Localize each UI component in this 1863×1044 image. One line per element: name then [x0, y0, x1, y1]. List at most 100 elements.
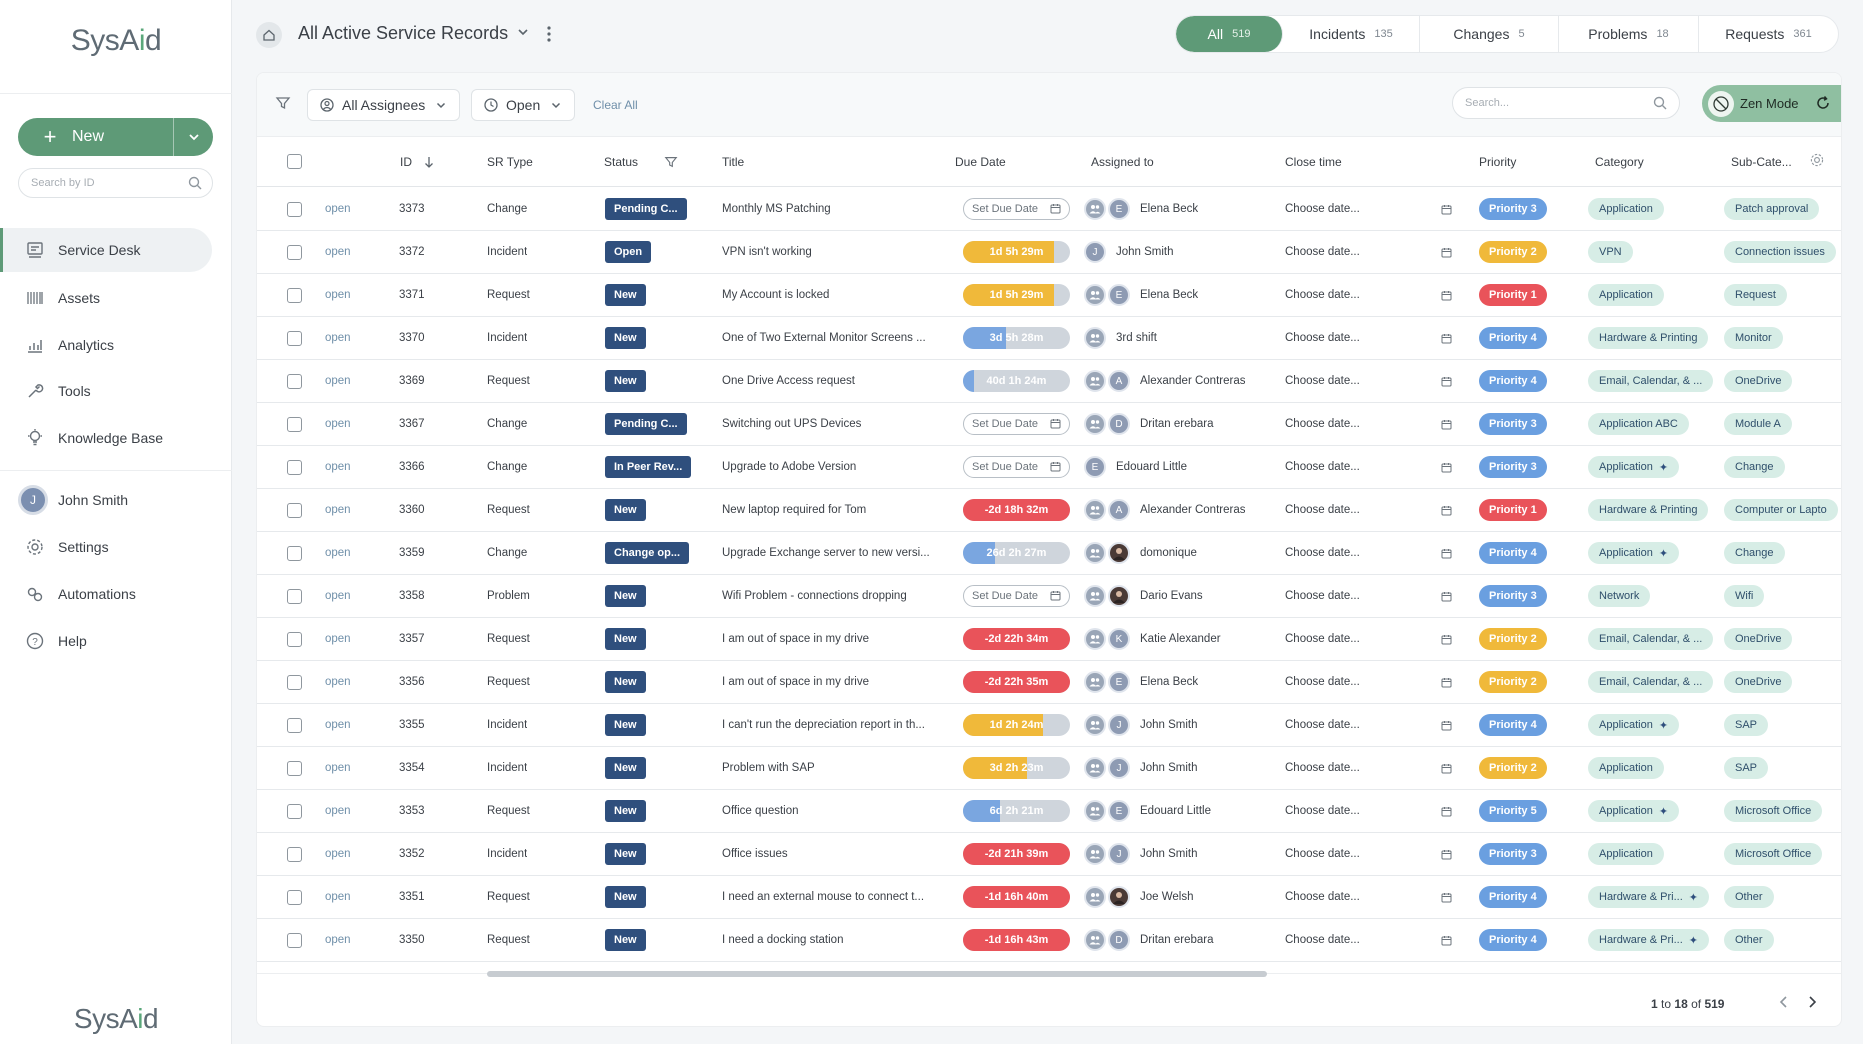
priority-badge[interactable]: Priority 1	[1479, 284, 1547, 306]
checkbox[interactable]	[287, 373, 302, 389]
new-dropdown-chevron-icon[interactable]	[174, 118, 213, 156]
close-time-field[interactable]: Choose date...	[1285, 446, 1360, 488]
record-title[interactable]: One Drive Access request	[722, 360, 937, 402]
priority-cell[interactable]: Priority 2	[1479, 661, 1547, 703]
close-time-field[interactable]: Choose date...	[1285, 618, 1360, 660]
status-cell[interactable]: New	[605, 704, 646, 746]
record-title[interactable]: Office issues	[722, 833, 937, 875]
close-time-field[interactable]: Choose date...	[1285, 274, 1360, 316]
row-select[interactable]	[287, 446, 302, 488]
status-cell[interactable]: New	[605, 575, 646, 617]
category-pill[interactable]: VPN	[1588, 241, 1633, 263]
sub-category-pill[interactable]: Request	[1724, 284, 1787, 306]
calendar-icon[interactable]	[1441, 317, 1452, 359]
table-row[interactable]: open 3371 Request New My Account is locked 1d…	[257, 274, 1841, 317]
calendar-icon[interactable]	[1441, 919, 1452, 961]
record-state-link[interactable]: open	[325, 661, 351, 703]
sub-category-pill[interactable]: OneDrive	[1724, 628, 1793, 650]
priority-cell[interactable]: Priority 4	[1479, 317, 1547, 359]
record-title[interactable]: I need an external mouse to connect t...	[722, 876, 937, 918]
sub-category-pill[interactable]: Change	[1724, 542, 1785, 564]
sub-category-cell[interactable]: Wifi	[1724, 575, 1841, 617]
record-state-link[interactable]: open	[325, 790, 351, 832]
category-pill[interactable]: Hardware & Printing	[1588, 499, 1709, 521]
priority-badge[interactable]: Priority 4	[1479, 327, 1547, 349]
table-row[interactable]: open 3373 Change Pending C... Monthly MS Pat…	[257, 188, 1841, 231]
status-cell[interactable]: New	[605, 317, 646, 359]
record-title[interactable]: I am out of space in my drive	[722, 661, 937, 703]
calendar-icon[interactable]	[1441, 661, 1452, 703]
status-badge[interactable]: New	[605, 284, 646, 306]
close-time-field[interactable]: Choose date...	[1285, 704, 1360, 746]
status-badge[interactable]: New	[605, 714, 646, 736]
column-header-title[interactable]: Title	[722, 155, 744, 169]
record-state-link[interactable]: open	[325, 618, 351, 660]
table-row[interactable]: open 3367 Change Pending C... Switching out …	[257, 403, 1841, 446]
status-badge[interactable]: New	[605, 886, 646, 908]
record-title[interactable]: Problem with SAP	[722, 747, 937, 789]
due-date-cell[interactable]: 3d 5h 28m	[963, 317, 1070, 359]
status-badge[interactable]: New	[605, 800, 646, 822]
checkbox[interactable]	[287, 201, 302, 217]
due-date-cell[interactable]: -2d 21h 39m	[963, 833, 1070, 875]
status-cell[interactable]: Pending C...	[605, 403, 687, 445]
table-row[interactable]: open 3366 Change In Peer Rev... Upgrade to A…	[257, 446, 1841, 489]
sub-category-cell[interactable]: Microsoft Office	[1724, 790, 1841, 832]
category-pill[interactable]: Application	[1588, 757, 1664, 779]
category-pill[interactable]: Application	[1588, 284, 1664, 306]
calendar-icon[interactable]	[1441, 747, 1452, 789]
checkbox[interactable]	[287, 459, 302, 475]
calendar-icon[interactable]	[1441, 360, 1452, 402]
close-time-field[interactable]: Choose date...	[1285, 532, 1360, 574]
sub-category-pill[interactable]: OneDrive	[1724, 671, 1793, 693]
category-cell[interactable]: Email, Calendar, & ...	[1588, 661, 1714, 703]
assigned-to-cell[interactable]: E Edouard Little	[1084, 790, 1211, 832]
table-row[interactable]: open 3360 Request New New laptop required fo…	[257, 489, 1841, 532]
status-badge[interactable]: New	[605, 628, 646, 650]
category-cell[interactable]: Application	[1588, 833, 1664, 875]
column-header-id[interactable]: ID	[400, 155, 434, 169]
record-state-link[interactable]: open	[325, 489, 351, 531]
column-header-priority[interactable]: Priority	[1479, 155, 1516, 169]
table-row[interactable]: open 3358 Problem New Wifi Problem - connect…	[257, 575, 1841, 618]
status-badge[interactable]: Open	[605, 241, 652, 263]
sub-category-cell[interactable]: Other	[1724, 876, 1841, 918]
next-page-icon[interactable]	[1806, 995, 1818, 1012]
category-pill[interactable]: Application ✦	[1588, 800, 1680, 822]
priority-badge[interactable]: Priority 4	[1479, 929, 1547, 951]
sidebar-item-knowledge-base[interactable]: Knowledge Base	[0, 416, 212, 460]
priority-badge[interactable]: Priority 2	[1479, 757, 1547, 779]
priority-badge[interactable]: Priority 2	[1479, 671, 1547, 693]
due-date-timer[interactable]: -1d 16h 40m	[963, 886, 1070, 908]
column-header-sr-type[interactable]: SR Type	[487, 155, 533, 169]
status-cell[interactable]: Pending C...	[605, 188, 687, 230]
checkbox[interactable]	[287, 330, 302, 346]
record-state-link[interactable]: open	[325, 360, 351, 402]
status-badge[interactable]: Change op...	[605, 542, 689, 564]
table-row[interactable]: open 3356 Request New I am out of space in m…	[257, 661, 1841, 704]
sub-category-cell[interactable]: Computer or Lapto	[1724, 489, 1841, 531]
category-pill[interactable]: Application ✦	[1588, 714, 1680, 736]
checkbox[interactable]	[287, 588, 302, 604]
row-select[interactable]	[287, 188, 302, 230]
priority-cell[interactable]: Priority 3	[1479, 575, 1547, 617]
calendar-icon[interactable]	[1441, 833, 1452, 875]
status-cell[interactable]: New	[605, 833, 646, 875]
category-cell[interactable]: Application	[1588, 747, 1664, 789]
due-date-timer[interactable]: 1d 5h 29m	[963, 241, 1070, 263]
category-pill[interactable]: Application ABC	[1588, 413, 1689, 435]
due-date-cell[interactable]: -1d 16h 43m	[963, 919, 1070, 961]
due-date-timer[interactable]: -2d 22h 34m	[963, 628, 1070, 650]
priority-cell[interactable]: Priority 3	[1479, 446, 1547, 488]
record-state-link[interactable]: open	[325, 317, 351, 359]
sub-category-pill[interactable]: Microsoft Office	[1724, 800, 1823, 822]
assigned-to-cell[interactable]: Joe Welsh	[1084, 876, 1193, 918]
category-pill[interactable]: Application	[1588, 843, 1664, 865]
row-select[interactable]	[287, 489, 302, 531]
category-cell[interactable]: Hardware & Pri... ✦	[1588, 919, 1709, 961]
row-select[interactable]	[287, 661, 302, 703]
sub-category-cell[interactable]: OneDrive	[1724, 618, 1841, 660]
tab-incidents[interactable]: Incidents 135	[1283, 16, 1420, 52]
calendar-icon[interactable]	[1441, 489, 1452, 531]
category-cell[interactable]: Application ✦	[1588, 790, 1680, 832]
